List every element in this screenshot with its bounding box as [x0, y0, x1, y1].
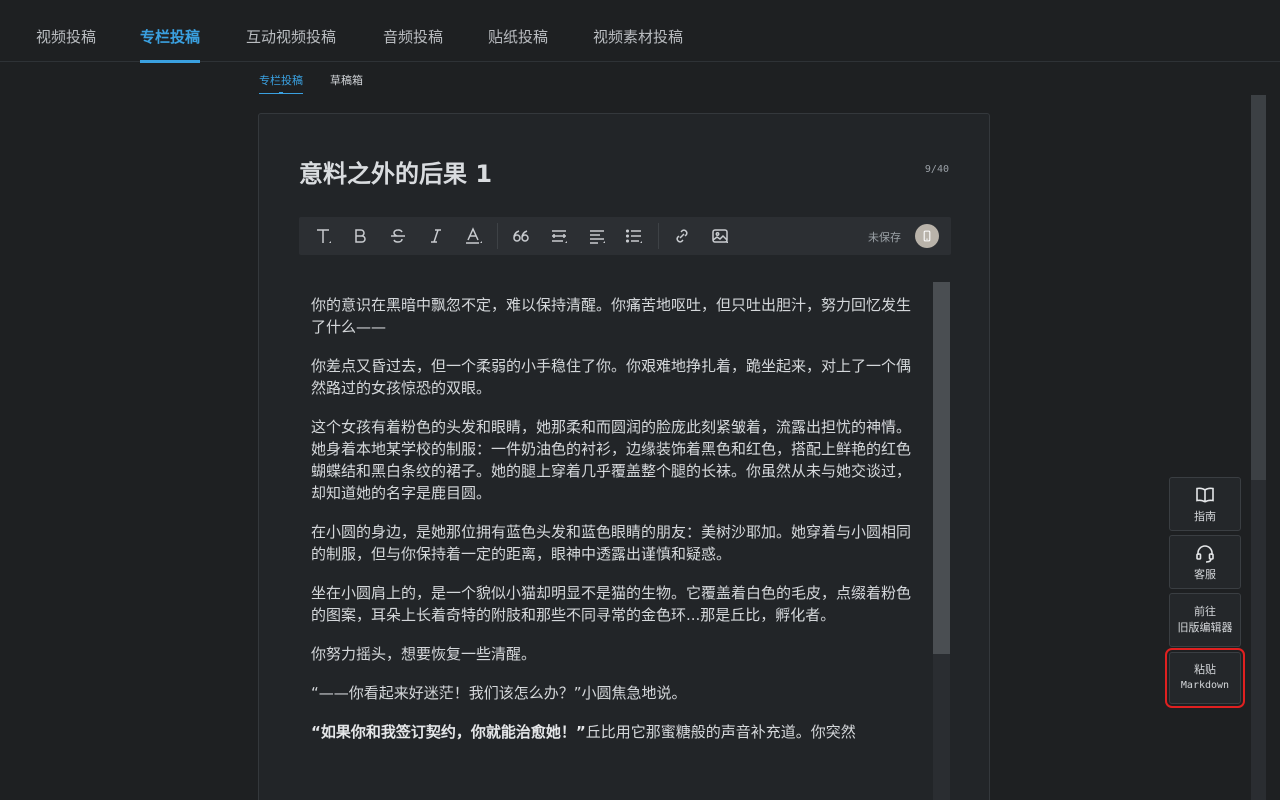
paste-markdown-label-line1: 粘贴	[1194, 663, 1216, 676]
quote-icon[interactable]	[509, 224, 533, 248]
paragraph: 你努力摇头，想要恢复一些清醒。	[311, 645, 537, 663]
divider-line-icon[interactable]	[547, 224, 571, 248]
guide-label: 指南	[1194, 509, 1216, 523]
text-style-icon[interactable]	[311, 224, 335, 248]
paste-markdown-label-line2: Markdown	[1180, 680, 1230, 691]
tab-audio-upload[interactable]: 音频投稿	[383, 0, 443, 62]
tab-interactive-video-upload[interactable]: 互动视频投稿	[246, 0, 336, 62]
bold-icon[interactable]	[348, 224, 372, 248]
page-scrollbar[interactable]	[1251, 95, 1266, 800]
article-body[interactable]: 你的意识在黑暗中飘忽不定，难以保持清醒。你痛苦地呕吐，但只吐出胆汁，努力回忆发生…	[311, 294, 923, 760]
link-icon[interactable]	[670, 224, 694, 248]
paragraph: “——你看起来好迷茫！我们该怎么办？”小圆焦急地说。	[311, 684, 687, 702]
headset-icon	[1196, 544, 1214, 563]
paragraph: 这个女孩有着粉色的头发和眼睛，她那柔和而圆润的脸庞此刻紧皱着，流露出担忧的神情。…	[311, 418, 912, 502]
image-icon[interactable]	[708, 224, 732, 248]
book-icon	[1196, 487, 1214, 503]
article-editor: 意料之外的后果 1 9/40 未保存 你的意识在黑暗中飘忽不定，难以保持清醒。你…	[258, 113, 990, 800]
page-scrollbar-thumb[interactable]	[1251, 95, 1266, 480]
tab-column-upload[interactable]: 专栏投稿	[140, 0, 201, 63]
editor-toolbar: 未保存	[299, 217, 951, 255]
editor-scrollbar-thumb[interactable]	[933, 282, 950, 654]
phone-icon	[923, 230, 931, 242]
tab-sticker-upload[interactable]: 贴纸投稿	[488, 0, 548, 62]
paragraph: 坐在小圆肩上的，是一个貌似小猫却明显不是猫的生物。它覆盖着白色的毛皮，点缀着粉色…	[311, 584, 912, 624]
paragraph: 你的意识在黑暗中飘忽不定，难以保持清醒。你痛苦地呕吐，但只吐出胆汁，努力回忆发生…	[311, 296, 912, 336]
paragraph: “如果你和我签订契约，你就能治愈她！”丘比用它那蜜糖般的声音补充道。你突然	[311, 721, 923, 743]
old-editor-button[interactable]: 前往 旧版编辑器	[1169, 593, 1241, 647]
subtab-column-upload[interactable]: 专栏投稿	[259, 72, 303, 94]
save-status: 未保存	[868, 231, 901, 244]
subtab-drafts[interactable]: 草稿箱	[330, 72, 363, 94]
paragraph: 你差点又昏过去，但一个柔弱的小手稳住了你。你艰难地挣扎着，跪坐起来，对上了一个偶…	[311, 357, 912, 397]
font-color-icon[interactable]	[461, 224, 485, 248]
article-title-input[interactable]: 意料之外的后果 1	[299, 154, 492, 189]
top-tab-bar: 视频投稿 专栏投稿 互动视频投稿 音频投稿 贴纸投稿 视频素材投稿	[0, 0, 1280, 63]
customer-service-button[interactable]: 客服	[1169, 535, 1241, 589]
old-editor-label-line1: 前往	[1194, 605, 1216, 618]
paragraph-rest: 丘比用它那蜜糖般的声音补充道。你突然	[585, 723, 856, 741]
mobile-preview-button[interactable]	[915, 224, 939, 248]
title-char-counter: 9/40	[924, 164, 949, 175]
list-icon[interactable]	[622, 224, 646, 248]
toolbar-divider	[658, 223, 659, 249]
italic-icon[interactable]	[424, 224, 448, 248]
bold-quote: “如果你和我签订契约，你就能治愈她！”	[311, 723, 586, 741]
guide-button[interactable]: 指南	[1169, 477, 1241, 531]
tab-video-upload[interactable]: 视频投稿	[36, 0, 96, 62]
toolbar-divider	[497, 223, 498, 249]
paragraph: 在小圆的身边，是她那位拥有蓝色头发和蓝色眼睛的朋友：美树沙耶加。她穿着与小圆相同…	[311, 523, 912, 563]
paste-markdown-button[interactable]: 粘贴 Markdown	[1165, 648, 1245, 708]
old-editor-label-line2: 旧版编辑器	[1177, 621, 1233, 634]
customer-service-label: 客服	[1194, 567, 1216, 581]
tab-video-material-upload[interactable]: 视频素材投稿	[593, 0, 683, 62]
strikethrough-icon[interactable]	[386, 224, 410, 248]
editor-scrollbar[interactable]	[933, 282, 950, 800]
align-icon[interactable]	[585, 224, 609, 248]
